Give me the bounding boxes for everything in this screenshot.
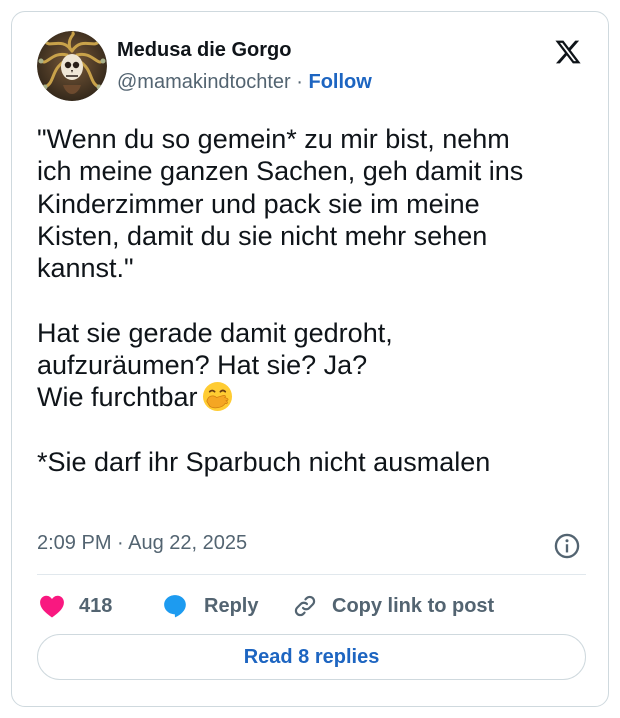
tweet-card: Medusa die Gorgo @mamakindtochter · Foll… [11, 11, 609, 707]
link-icon [294, 595, 316, 617]
heart-icon [40, 595, 64, 618]
tweet-line: Kisten, damit du sie nicht mehr sehen [37, 220, 488, 251]
like-count: 418 [79, 594, 113, 617]
tweet-line: kannst." [37, 253, 134, 284]
info-icon[interactable] [553, 532, 581, 560]
author-display-name[interactable]: Medusa die Gorgo [117, 39, 291, 62]
follow-button[interactable]: Follow [308, 71, 371, 93]
tweet-line: aufzuräumen? Hat sie? Ja? [37, 350, 368, 381]
tweet-text: "Wenn du so gemein* zu mir bist, nehm ic… [37, 123, 597, 478]
copy-link-label: Copy link to post [332, 594, 495, 617]
tweet-line-with-emoji: Wie furchtbar [37, 381, 597, 413]
avatar[interactable] [37, 31, 107, 101]
author-handle-row: @mamakindtochter · Follow [117, 71, 372, 94]
medusa-avatar-icon [37, 31, 107, 101]
tweet-line: "Wenn du so gemein* zu mir bist, nehm [37, 124, 510, 154]
handle-separator: · [290, 71, 309, 93]
x-logo-icon[interactable] [553, 38, 583, 66]
face-with-hand-over-mouth-emoji [202, 382, 232, 412]
author-handle[interactable]: @mamakindtochter [117, 71, 291, 93]
reply-label: Reply [204, 594, 259, 617]
reply-button[interactable]: Reply [162, 591, 258, 621]
like-button[interactable]: 418 [39, 591, 112, 621]
tweet-line: Wie furchtbar [37, 382, 198, 413]
tweet-line: Kinderzimmer und pack sie im meine [37, 188, 480, 219]
read-replies-button[interactable]: Read 8 replies [37, 634, 586, 680]
copy-link-button[interactable]: Copy link to post [292, 591, 494, 621]
reply-bubble-icon [164, 595, 186, 618]
tweet-line: *Sie darf ihr Sparbuch nicht ausmalen [37, 446, 491, 477]
tweet-line: ich meine ganzen Sachen, geh damit ins [37, 156, 524, 187]
divider [37, 574, 586, 575]
tweet-line: Hat sie gerade damit gedroht, [37, 317, 393, 348]
tweet-timestamp[interactable]: 2:09 PM · Aug 22, 2025 [37, 532, 247, 555]
